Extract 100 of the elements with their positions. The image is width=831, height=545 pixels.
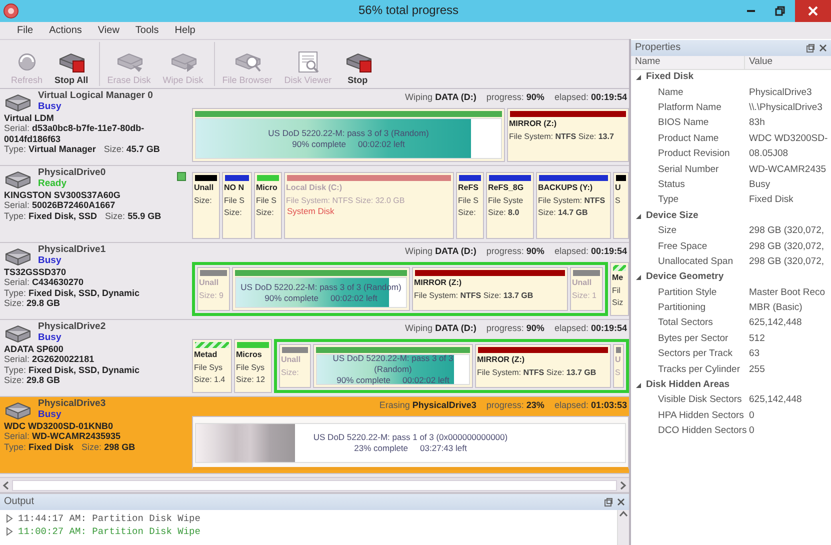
collapse-icon[interactable] (635, 74, 642, 82)
log-entry: 11:44:17 AM: Partition Disk Wipe (18, 512, 200, 525)
disk-detail: Size: 29.8 GB (4, 298, 60, 308)
partition-tile[interactable]: BACKUPS (Y:) File System: NTFS Size: 14.7 GB (536, 172, 611, 239)
restore-icon (774, 6, 784, 16)
drive-eraser-icon (114, 50, 143, 73)
partition-tile[interactable]: US DoD 5220.22-M: pass 3 of 3 (Random) 90% complete 00:02:02 left (192, 108, 505, 162)
partition-tile[interactable]: US DoD 5220.22-M: pass 3 of 3 (Random) 90% complete 00:02:02 left (313, 344, 473, 388)
property-value: Busy (748, 180, 770, 191)
close-button[interactable] (795, 0, 831, 22)
group-title: Disk Hidden Areas (646, 380, 730, 391)
property-name: HPA Hidden Sectors (657, 410, 745, 422)
partition-tile[interactable]: U S (613, 172, 629, 239)
partition-label: Unall (571, 277, 593, 289)
scroll-up-icon[interactable] (619, 510, 628, 518)
property-value: \\.\PhysicalDrive3 (748, 103, 822, 114)
partition-tile[interactable]: NO N File S Size: (222, 172, 252, 239)
menu-item[interactable]: Help (166, 22, 204, 39)
pin-icon[interactable] (806, 44, 815, 52)
partition-label: ReFS_8G (487, 182, 525, 194)
time-left: 00:02:02 left (330, 292, 378, 304)
partition-tile[interactable]: Metad File Sys Size: 1.4 (192, 339, 232, 393)
partition-label: Size: 14.7 GB (537, 207, 589, 219)
menu-item[interactable]: View (90, 22, 128, 39)
partition-label: Size: (280, 366, 300, 378)
property-value: 298 GB (320,072, (748, 242, 824, 252)
disk-row[interactable] (0, 166, 629, 243)
time-left: 03:27:43 left (420, 443, 467, 454)
property-name: Sectors per Track (657, 349, 734, 360)
disk-name: PhysicalDrive3 (38, 399, 106, 410)
partition-tile[interactable]: Micros File Sys Size: 12 (234, 339, 272, 393)
property-name: DCO Hidden Sectors (657, 426, 745, 438)
elapsed-text: elapsed: 00:19:54 (554, 246, 627, 257)
partition-label: Local Disk (C:) (285, 182, 344, 194)
menu-item[interactable]: Actions (41, 22, 90, 39)
property-value: 298 GB (320,072, (748, 256, 824, 268)
property-name: Size (657, 226, 678, 238)
progress-percent: 90% complete (264, 292, 319, 304)
partition-tile[interactable]: MIRROR (Z:) File System: NTFS Size: 13.7 GB (412, 267, 568, 311)
partition-label: Size: (255, 207, 275, 219)
partition-label: Unall (193, 182, 215, 194)
disk-status: Busy (38, 256, 62, 267)
disk-status: Ready (38, 178, 68, 190)
column-header[interactable]: Value (745, 56, 777, 69)
partition-tile[interactable]: Local Disk (C:) File System: NTFS Size: 32.0 GB System Disk (284, 172, 454, 239)
progress-label: US DoD 5220.22-M: pass 3 of 3 (Random) (268, 128, 429, 138)
time-left: 00:02:02 left (402, 375, 450, 386)
scrollbar-thumb[interactable] (12, 480, 617, 490)
collapse-icon[interactable] (635, 212, 642, 220)
scroll-left-icon[interactable] (2, 480, 10, 490)
partition-label: Size: 1 (571, 290, 598, 302)
window-title: 56% total progress (357, 4, 460, 18)
property-value: WDC WD3200SD- (748, 134, 828, 145)
elapsed-text: elapsed: 01:03:53 (554, 400, 627, 411)
disk-model: ADATA SP600 (4, 344, 64, 354)
property-name: Unallocated Span (657, 256, 734, 268)
disk-detail: Size: 29.8 GB (4, 375, 60, 386)
disk-row[interactable] (0, 243, 629, 320)
partition-label: Size: 1.4 (193, 374, 226, 386)
disk-detail: Type: Fixed Disk (4, 442, 74, 452)
partition-tile[interactable]: Me Fil Siz (610, 262, 629, 316)
partition-tile[interactable]: ReFS_8G File Syste Size: 8.0 (486, 172, 534, 239)
toolbar-button[interactable]: Stop All (52, 42, 92, 86)
disk-detail: Type: Virtual Manager (4, 144, 96, 154)
property-value: 625,142,448 (748, 318, 802, 330)
disk-row[interactable] (0, 397, 629, 474)
partition-tile[interactable]: MIRROR (Z:) File System: NTFS Size: 13.7 (507, 108, 629, 162)
column-header[interactable]: Name (631, 56, 745, 69)
progress-percent: 90% complete (336, 375, 391, 386)
progress-text: progress: 90% (486, 92, 544, 103)
partition-label: File S (457, 194, 480, 206)
partition-tile[interactable]: ReFS File S Size: (456, 172, 484, 239)
partition-label: Size: (457, 207, 477, 219)
partition-tile[interactable]: US DoD 5220.22-M: pass 1 of 3 (0x000000000000) 23% complete 03:27:43 left (192, 416, 629, 470)
horizontal-scrollbar[interactable] (0, 477, 629, 492)
property-name: Free Space (657, 242, 708, 252)
toolbar-button[interactable]: Stop (340, 42, 375, 86)
partition-tile[interactable]: Unall Size: (192, 172, 220, 239)
partition-label: Size: 12 (235, 374, 266, 386)
pin-icon[interactable] (604, 498, 613, 506)
partition-label: Micros (235, 349, 263, 361)
collapse-icon[interactable] (635, 382, 642, 389)
partition-tile[interactable]: MIRROR (Z:) File System: NTFS Size: 13.7 GB (475, 344, 611, 388)
close-icon[interactable] (819, 44, 827, 52)
property-name: Type (657, 195, 680, 206)
partition-label: Fil (611, 284, 622, 296)
property-value: 512 (748, 334, 765, 345)
partition-tile[interactable]: Micro File S Size: (254, 172, 282, 239)
activity-text: Wiping DATA (D:) (405, 323, 476, 334)
disk-row[interactable] (0, 89, 629, 166)
vertical-scrollbar[interactable] (617, 510, 629, 545)
close-icon[interactable] (617, 498, 625, 506)
scroll-right-icon[interactable] (619, 480, 627, 490)
partition-label: File Sys (193, 362, 224, 374)
panel-title: Output (4, 496, 36, 508)
menu-item[interactable]: File (9, 22, 42, 39)
disk-row[interactable] (0, 320, 629, 397)
menu-item[interactable]: Tools (127, 22, 167, 39)
collapse-icon[interactable] (635, 274, 642, 282)
partition-label: File System: NTFS Size: 13.7 (508, 130, 615, 143)
